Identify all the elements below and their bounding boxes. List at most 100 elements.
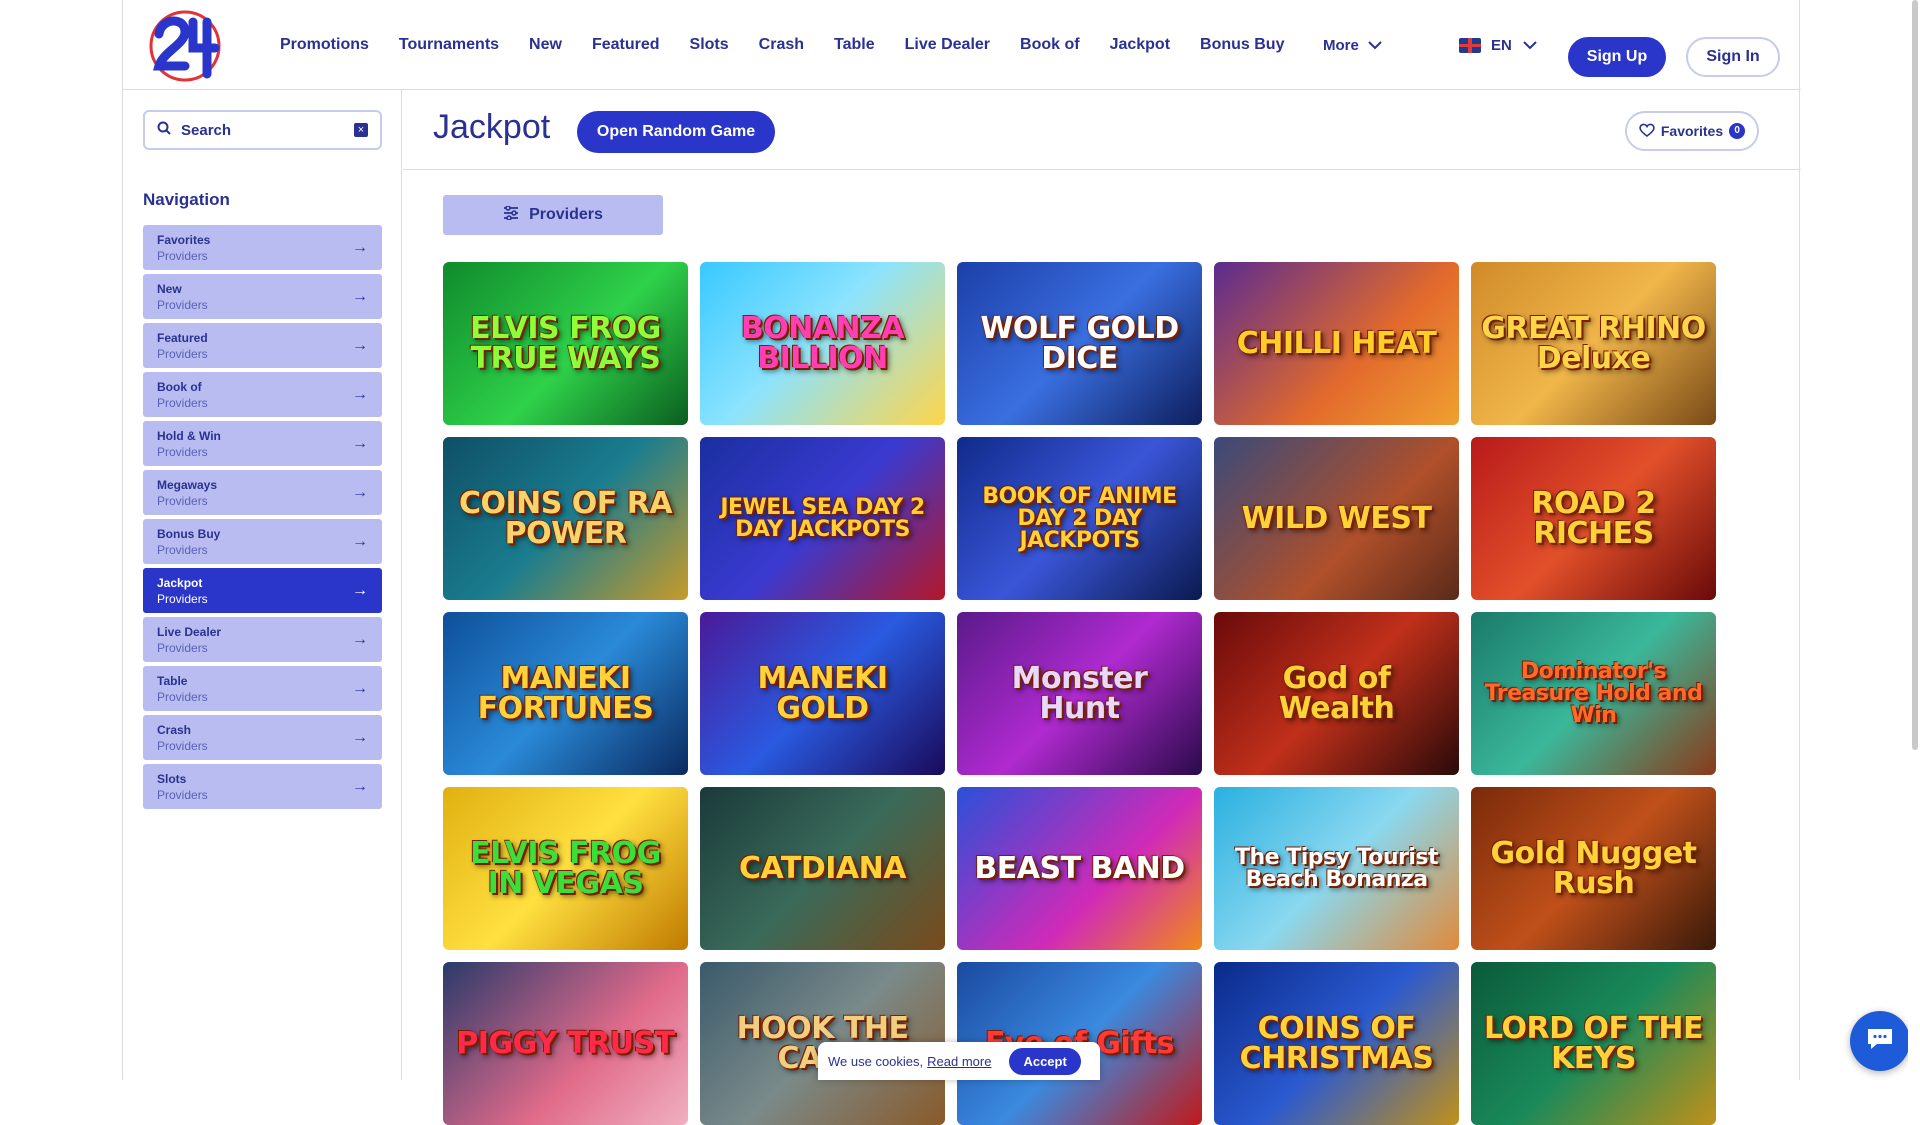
main-nav: Promotions Tournaments New Featured Slot… xyxy=(280,0,1284,90)
game-title: CATDIANA xyxy=(739,850,906,886)
nav-featured[interactable]: Featured xyxy=(592,36,660,54)
game-title: Dominator's Treasure Hold and Win xyxy=(1484,658,1703,728)
game-title: GREAT RHINO Deluxe xyxy=(1481,310,1706,376)
logo[interactable] xyxy=(145,8,223,82)
sidebar-item-favorites[interactable]: Favorites Providers → xyxy=(143,225,382,270)
sidebar-item-sublabel: Providers xyxy=(157,298,208,312)
game-tile[interactable]: COINS OF CHRISTMAS xyxy=(1214,962,1459,1125)
sidebar-item-sublabel: Providers xyxy=(157,347,208,361)
sidebar-item-label: Bonus Buy xyxy=(157,527,221,541)
sidebar-title: Navigation xyxy=(143,190,230,209)
more-menu[interactable]: More xyxy=(1323,0,1383,90)
game-tile[interactable]: WOLF GOLD DICE xyxy=(957,262,1202,425)
nav-promotions[interactable]: Promotions xyxy=(280,36,369,54)
game-tile[interactable]: MANEKI GOLD xyxy=(700,612,945,775)
game-tile[interactable]: BONANZA BILLION xyxy=(700,262,945,425)
main-header: Jackpot Open Random Game Favorites 0 xyxy=(403,90,1801,170)
sidebar-item-sublabel: Providers xyxy=(157,739,208,753)
chevron-down-icon xyxy=(1522,37,1538,54)
nav-jackpot[interactable]: Jackpot xyxy=(1110,36,1170,54)
open-random-game-button[interactable]: Open Random Game xyxy=(577,111,775,153)
arrow-right-icon: → xyxy=(352,435,368,452)
game-title: MANEKI FORTUNES xyxy=(477,660,654,726)
sidebar-item-jackpot[interactable]: Jackpot Providers → xyxy=(143,568,382,613)
game-title: WILD WEST xyxy=(1241,500,1432,536)
providers-filter-button[interactable]: Providers xyxy=(443,195,663,235)
sidebar-item-book-of[interactable]: Book of Providers → xyxy=(143,372,382,417)
nav-new[interactable]: New xyxy=(529,36,562,54)
scrollbar-thumb[interactable] xyxy=(1912,0,1918,750)
game-tile[interactable]: LORD OF THE KEYS xyxy=(1471,962,1716,1125)
sidebar-item-new[interactable]: New Providers → xyxy=(143,274,382,319)
game-tile[interactable]: BOOK OF ANIME DAY 2 DAY JACKPOTS xyxy=(957,437,1202,600)
game-tile[interactable]: ELVIS FROG IN VEGAS xyxy=(443,787,688,950)
game-title: ROAD 2 RICHES xyxy=(1531,485,1656,551)
sidebar-item-megaways[interactable]: Megaways Providers → xyxy=(143,470,382,515)
sidebar-item-sublabel: Providers xyxy=(157,641,208,655)
sidebar: × Navigation Favorites Providers → New Provi… xyxy=(123,90,402,1080)
game-title: COINS OF CHRISTMAS xyxy=(1239,1010,1434,1076)
search-input[interactable] xyxy=(181,121,341,139)
game-tile[interactable]: CATDIANA xyxy=(700,787,945,950)
game-tile[interactable]: ELVIS FROG TRUE WAYS xyxy=(443,262,688,425)
sidebar-item-slots[interactable]: Slots Providers → xyxy=(143,764,382,809)
more-label: More xyxy=(1323,36,1359,54)
nav-table[interactable]: Table xyxy=(834,36,875,54)
arrow-right-icon: → xyxy=(352,778,368,795)
game-tile[interactable]: Gold Nugget Rush xyxy=(1471,787,1716,950)
sidebar-item-table[interactable]: Table Providers → xyxy=(143,666,382,711)
game-tile[interactable]: The Tipsy Tourist Beach Bonanza xyxy=(1214,787,1459,950)
nav-book-of[interactable]: Book of xyxy=(1020,36,1080,54)
game-tile[interactable]: Monster Hunt xyxy=(957,612,1202,775)
sidebar-item-crash[interactable]: Crash Providers → xyxy=(143,715,382,760)
page-title: Jackpot xyxy=(433,108,551,146)
cookie-read-more-link[interactable]: Read more xyxy=(927,1054,991,1069)
game-tile[interactable]: PIGGY TRUST xyxy=(443,962,688,1125)
favorites-label: Favorites xyxy=(1660,123,1724,139)
nav-live-dealer[interactable]: Live Dealer xyxy=(905,36,990,54)
search-icon xyxy=(157,121,171,140)
game-title: The Tipsy Tourist Beach Bonanza xyxy=(1234,844,1439,892)
cookie-accept-button[interactable]: Accept xyxy=(1009,1047,1081,1075)
game-tile[interactable]: JEWEL SEA DAY 2 DAY JACKPOTS xyxy=(700,437,945,600)
sidebar-item-hold-win[interactable]: Hold & Win Providers → xyxy=(143,421,382,466)
game-tile[interactable]: God of Wealth xyxy=(1214,612,1459,775)
arrow-right-icon: → xyxy=(352,239,368,256)
sign-in-button[interactable]: Sign In xyxy=(1686,37,1780,77)
sidebar-item-featured[interactable]: Featured Providers → xyxy=(143,323,382,368)
game-title: WOLF GOLD DICE xyxy=(980,310,1179,376)
sidebar-item-sublabel: Providers xyxy=(157,788,208,802)
page-frame: Promotions Tournaments New Featured Slot… xyxy=(122,0,1801,1125)
sign-up-button[interactable]: Sign Up xyxy=(1568,37,1666,77)
game-tile[interactable]: GREAT RHINO Deluxe xyxy=(1471,262,1716,425)
sidebar-item-bonus-buy[interactable]: Bonus Buy Providers → xyxy=(143,519,382,564)
language-selector[interactable]: EN xyxy=(1459,0,1538,90)
nav-bonus-buy[interactable]: Bonus Buy xyxy=(1200,36,1284,54)
sidebar-item-live-dealer[interactable]: Live Dealer Providers → xyxy=(143,617,382,662)
arrow-right-icon: → xyxy=(352,386,368,403)
heart-icon xyxy=(1639,123,1655,140)
game-tile[interactable]: COINS OF RA POWER xyxy=(443,437,688,600)
sidebar-item-label: Crash xyxy=(157,723,192,737)
game-title: BONANZA BILLION xyxy=(740,310,905,376)
chat-button[interactable] xyxy=(1850,1011,1910,1071)
game-tile[interactable]: MANEKI FORTUNES xyxy=(443,612,688,775)
chevron-down-icon xyxy=(1367,37,1383,54)
arrow-right-icon: → xyxy=(352,631,368,648)
search-box[interactable]: × xyxy=(143,110,382,150)
game-tile[interactable]: BEAST BAND xyxy=(957,787,1202,950)
game-title: BEAST BAND xyxy=(974,850,1185,886)
clear-search-icon[interactable]: × xyxy=(354,123,368,137)
game-tile[interactable]: WILD WEST xyxy=(1214,437,1459,600)
arrow-right-icon: → xyxy=(352,582,368,599)
favorites-button[interactable]: Favorites 0 xyxy=(1625,111,1759,151)
sidebar-item-label: Slots xyxy=(157,772,187,786)
sidebar-item-label: Table xyxy=(157,674,188,688)
game-tile[interactable]: Dominator's Treasure Hold and Win xyxy=(1471,612,1716,775)
game-tile[interactable]: ROAD 2 RICHES xyxy=(1471,437,1716,600)
nav-slots[interactable]: Slots xyxy=(690,36,729,54)
game-tile[interactable]: CHILLI HEAT xyxy=(1214,262,1459,425)
nav-tournaments[interactable]: Tournaments xyxy=(399,36,499,54)
game-title: PIGGY TRUST xyxy=(456,1025,675,1061)
nav-crash[interactable]: Crash xyxy=(759,36,804,54)
